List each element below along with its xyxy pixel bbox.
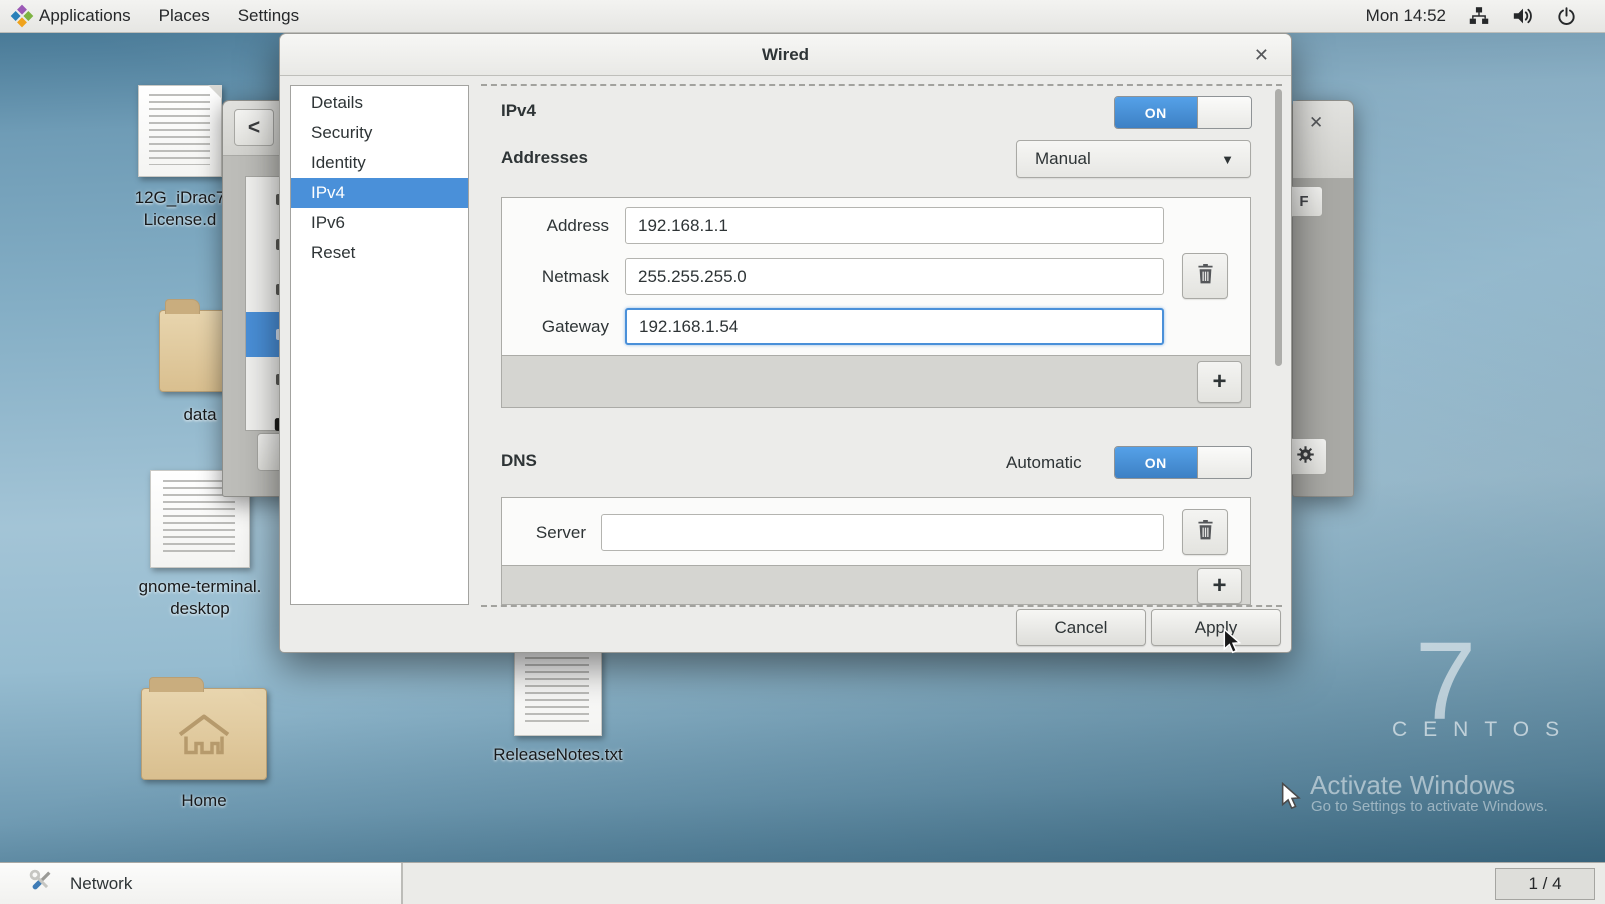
home-glyph-icon <box>172 710 236 761</box>
trash-icon <box>1196 264 1215 289</box>
activate-windows-text: Activate Windows <box>1310 770 1515 801</box>
scroll-bottom-divider <box>481 605 1282 607</box>
address-label: Address <box>502 216 609 236</box>
desktop-screen: 7 CENTOS Activate Windows Go to Settings… <box>0 0 1605 904</box>
address-method-dropdown[interactable]: Manual ▼ <box>1016 140 1251 178</box>
desktop-icon-releasenotes[interactable]: ReleaseNotes.txt <box>468 648 648 766</box>
activate-windows-subtext: Go to Settings to activate Windows. <box>1311 798 1548 815</box>
dialog-titlebar[interactable]: Wired ✕ <box>280 34 1291 76</box>
back-button[interactable]: < <box>234 109 274 146</box>
toggle-on-label: ON <box>1115 97 1197 128</box>
address-panel: Address Netmask Gateway <box>501 197 1251 356</box>
settings-menu[interactable]: Settings <box>224 0 313 32</box>
netmask-input[interactable] <box>625 258 1164 295</box>
addresses-label: Addresses <box>501 148 588 168</box>
top-panel: Applications Places Settings Mon 14:52 <box>0 0 1605 33</box>
sidebar-item-ipv4[interactable]: IPv4 <box>291 178 468 208</box>
server-label: Server <box>502 523 586 543</box>
plus-icon: + <box>1212 574 1226 598</box>
chevron-down-icon: ▼ <box>1221 152 1234 167</box>
desktop-icon-home[interactable]: Home <box>138 688 270 812</box>
dns-add-strip: + <box>501 566 1251 605</box>
tools-icon <box>26 866 56 901</box>
dialog-sidebar: Details Security Identity IPv4 IPv6 Rese… <box>290 85 469 605</box>
apply-button[interactable]: Apply <box>1151 609 1281 646</box>
toggle-knob <box>1197 97 1251 128</box>
power-icon[interactable] <box>1556 6 1577 27</box>
address-input[interactable] <box>625 207 1164 244</box>
sidebar-item-details[interactable]: Details <box>291 88 468 118</box>
dns-server-panel: Server <box>501 497 1251 566</box>
netmask-label: Netmask <box>502 267 609 287</box>
secondary-cursor <box>1280 782 1304 815</box>
ipv4-toggle[interactable]: ON <box>1114 96 1252 129</box>
toggle-on-label: ON <box>1115 447 1197 478</box>
gateway-label: Gateway <box>502 317 609 337</box>
workspace-pager[interactable]: 1 / 4 <box>1495 868 1595 900</box>
taskbar-window-label: Network <box>70 874 132 894</box>
dialog-scrollbar[interactable] <box>1275 89 1282 366</box>
mouse-cursor <box>1222 628 1244 659</box>
gateway-input[interactable] <box>625 308 1164 345</box>
dns-section-label: DNS <box>501 451 537 471</box>
address-add-strip: + <box>501 356 1251 408</box>
clock[interactable]: Mon 14:52 <box>1366 6 1446 26</box>
sidebar-item-ipv6[interactable]: IPv6 <box>291 208 468 238</box>
gear-icon <box>1295 444 1316 470</box>
plus-icon: + <box>1212 370 1226 394</box>
dns-automatic-label: Automatic <box>1006 453 1082 473</box>
document-icon <box>514 648 602 736</box>
dns-server-input[interactable] <box>601 514 1164 551</box>
wired-dialog: Wired ✕ Details Security Identity IPv4 I… <box>279 33 1292 653</box>
applications-menu-label: Applications <box>39 6 131 26</box>
close-icon[interactable]: ✕ <box>1309 113 1323 133</box>
dropdown-value: Manual <box>1035 149 1091 169</box>
sidebar-item-identity[interactable]: Identity <box>291 148 468 178</box>
centos-logo-icon <box>11 5 34 28</box>
applications-menu[interactable]: Applications <box>0 0 145 32</box>
network-tray-icon[interactable] <box>1468 5 1490 27</box>
scroll-top-divider <box>481 84 1282 86</box>
dns-automatic-toggle[interactable]: ON <box>1114 446 1252 479</box>
delete-dns-server-button[interactable] <box>1182 509 1228 555</box>
sidebar-item-security[interactable]: Security <box>291 118 468 148</box>
toggle-knob <box>1197 447 1251 478</box>
places-menu[interactable]: Places <box>145 0 224 32</box>
add-dns-server-button[interactable]: + <box>1197 568 1242 604</box>
volume-icon[interactable] <box>1512 5 1534 27</box>
document-icon <box>138 85 222 177</box>
centos-brand-watermark: CENTOS <box>1392 718 1575 742</box>
delete-address-button[interactable] <box>1182 253 1228 299</box>
dialog-title: Wired <box>762 45 809 65</box>
home-folder-icon <box>141 688 267 780</box>
bottom-taskbar: Network 1 / 4 <box>0 862 1605 904</box>
add-address-button[interactable]: + <box>1197 361 1242 403</box>
close-icon[interactable]: ✕ <box>1254 34 1269 76</box>
sidebar-item-reset[interactable]: Reset <box>291 238 468 268</box>
trash-icon <box>1196 520 1215 545</box>
cancel-button[interactable]: Cancel <box>1016 609 1146 646</box>
ipv4-section-label: IPv4 <box>501 101 536 121</box>
background-window-network: ✕ F <box>1292 100 1354 497</box>
taskbar-window-network[interactable]: Network <box>0 863 403 904</box>
